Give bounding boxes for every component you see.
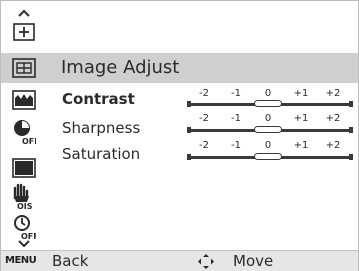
image-adjust-icon[interactable] <box>11 55 37 81</box>
footer-bar: MENU Back Move <box>1 250 358 271</box>
sharpness-label[interactable]: Sharpness <box>62 118 140 138</box>
menu-icon-bar: OFF OIS OFF <box>1 1 47 250</box>
saturation-slider-thumb[interactable] <box>254 153 282 160</box>
ois-text: OIS <box>17 202 33 210</box>
scroll-down-arrow-icon[interactable] <box>16 239 32 249</box>
black-frame-icon[interactable] <box>11 155 37 181</box>
menu-title: Image Adjust <box>61 57 180 78</box>
face-detect-off-icon[interactable]: OFF <box>11 119 37 145</box>
saturation-scale-ticks: -2 -1 0 +1 +2 <box>199 140 341 151</box>
scroll-up-arrow-icon[interactable] <box>16 8 32 18</box>
plus-box-icon[interactable] <box>11 19 37 45</box>
contrast-slider-thumb[interactable] <box>254 100 282 107</box>
timer-off-icon[interactable]: OFF <box>11 214 37 240</box>
saturation-slider[interactable] <box>187 153 353 160</box>
selected-row-highlight <box>1 53 358 83</box>
off-text-1: OFF <box>22 137 36 145</box>
back-button-label[interactable]: Back <box>52 251 88 271</box>
contrast-label[interactable]: Contrast <box>62 89 135 109</box>
sharpness-scale-ticks: -2 -1 0 +1 +2 <box>199 113 341 124</box>
contrast-slider[interactable] <box>187 100 353 107</box>
sharpness-slider[interactable] <box>187 126 353 133</box>
hand-ois-icon[interactable]: OIS <box>11 183 37 210</box>
landscape-scene-icon[interactable] <box>11 87 37 113</box>
move-button-label[interactable]: Move <box>233 251 273 271</box>
camera-menu-screen: OFF OIS OFF <box>0 0 359 271</box>
menu-key-label[interactable]: MENU <box>5 254 37 268</box>
dpad-move-icon <box>198 254 214 269</box>
sharpness-slider-thumb[interactable] <box>254 126 282 133</box>
saturation-label[interactable]: Saturation <box>62 144 140 164</box>
